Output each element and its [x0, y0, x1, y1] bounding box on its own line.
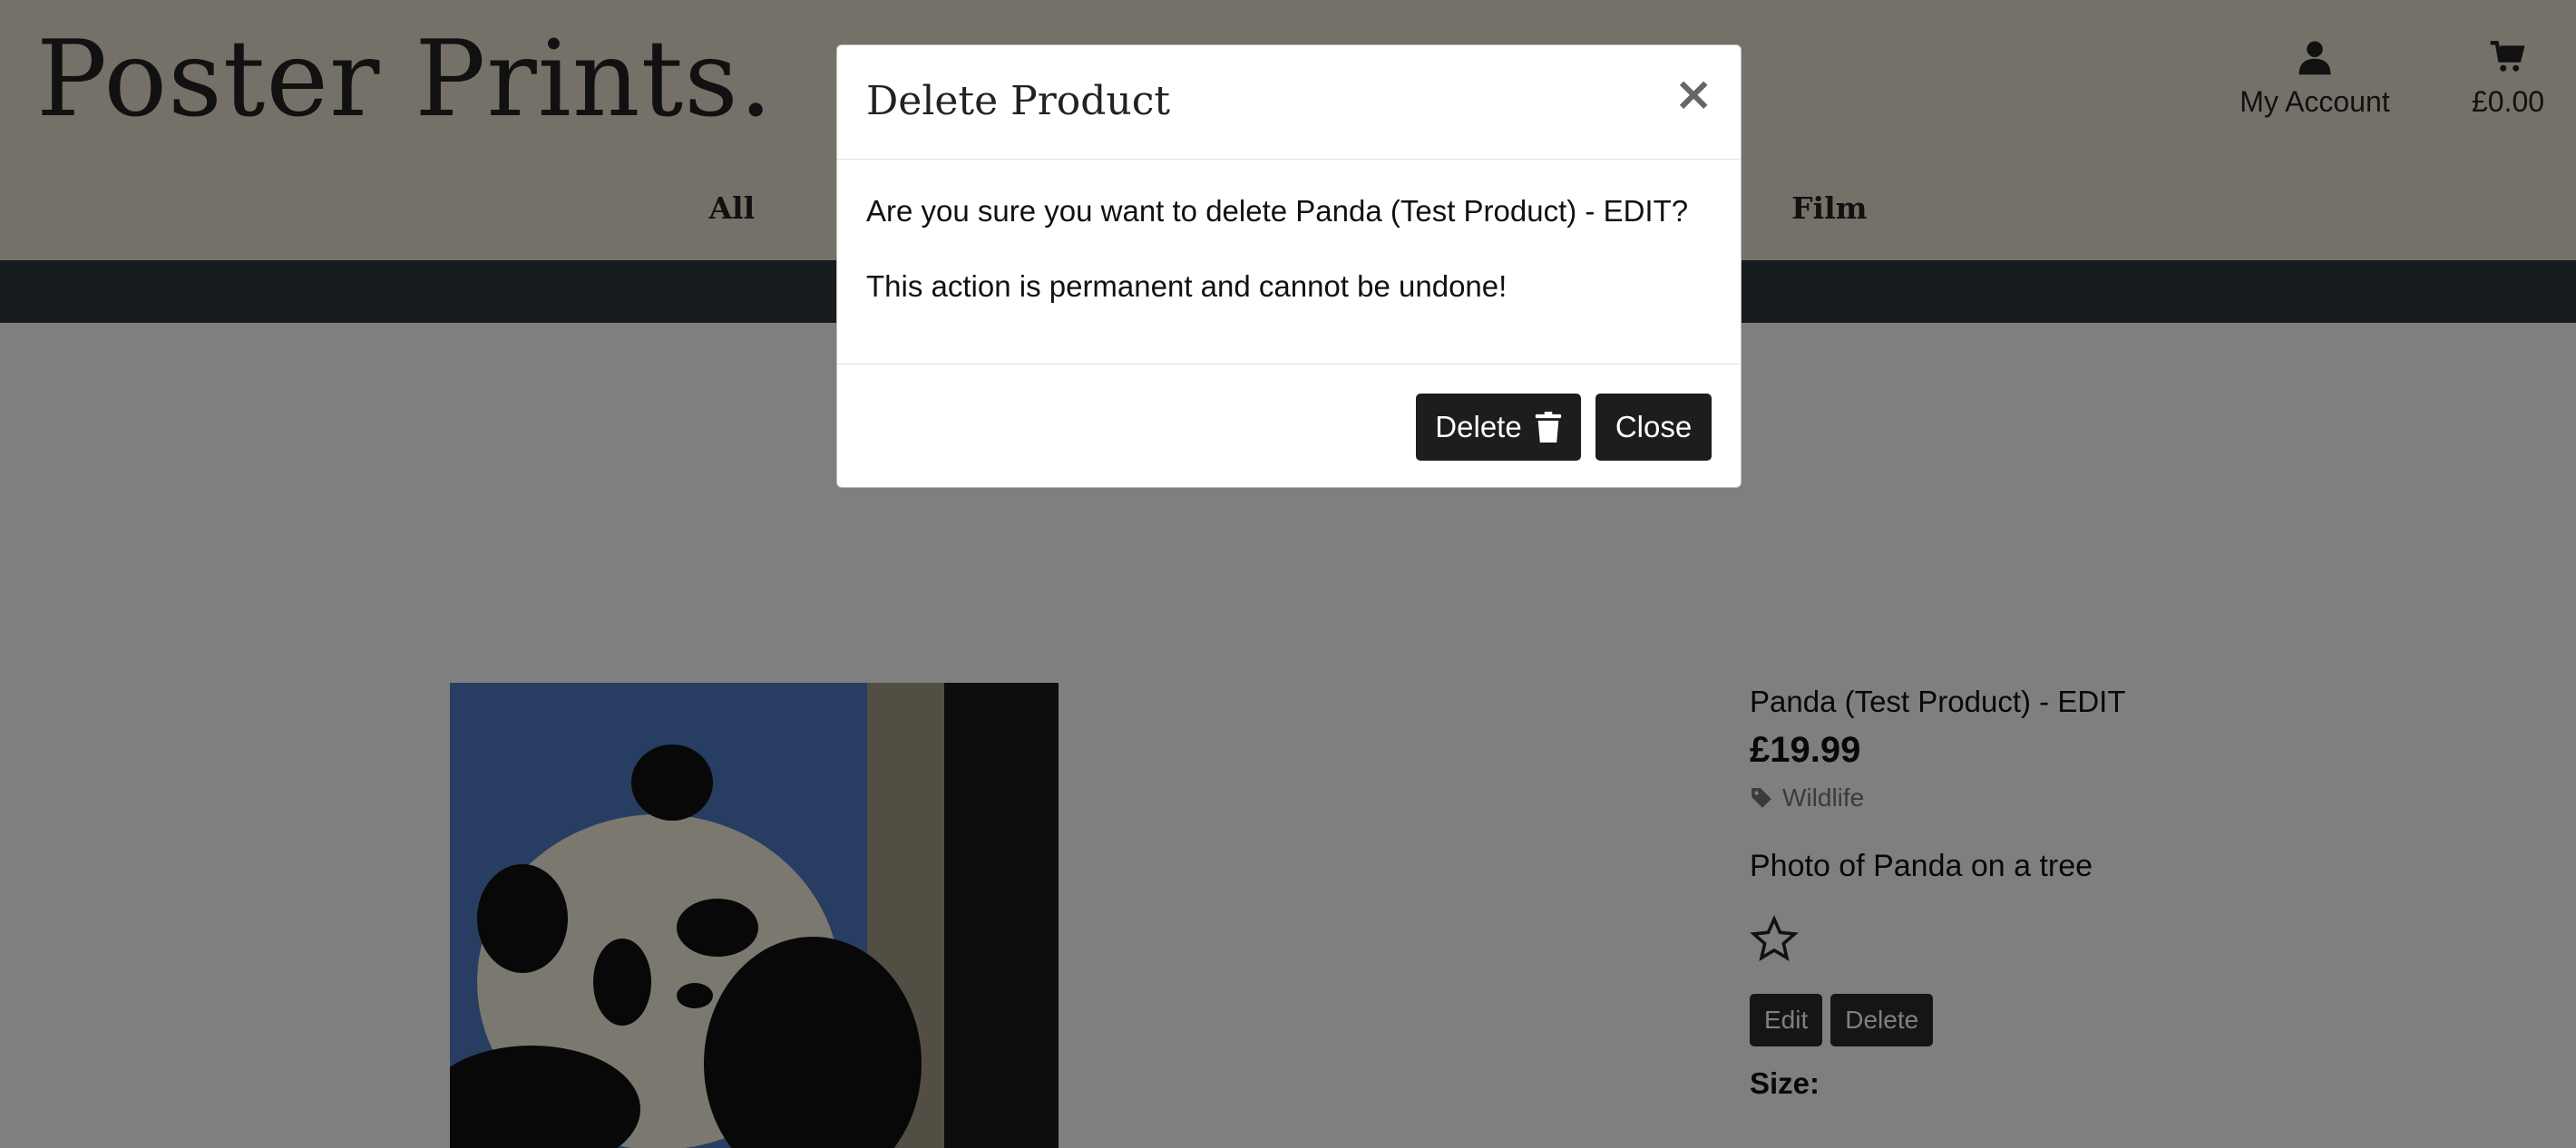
trash-icon: [1535, 412, 1561, 443]
modal-title: Delete Product: [866, 78, 1171, 124]
modal-body: Are you sure you want to delete Panda (T…: [866, 160, 1710, 304]
close-icon[interactable]: ×: [1673, 71, 1713, 118]
delete-confirmation-question: Are you sure you want to delete Panda (T…: [866, 194, 1689, 228]
delete-product-modal: Delete Product × Are you sure you want t…: [836, 44, 1742, 488]
modal-header: Delete Product ×: [837, 45, 1741, 160]
delete-warning: This action is permanent and cannot be u…: [866, 269, 1508, 303]
modal-footer: Delete Close: [837, 364, 1741, 489]
confirm-delete-button[interactable]: Delete: [1416, 394, 1581, 461]
modal-close-button[interactable]: Close: [1595, 394, 1712, 461]
confirm-delete-label: Delete: [1435, 410, 1522, 443]
